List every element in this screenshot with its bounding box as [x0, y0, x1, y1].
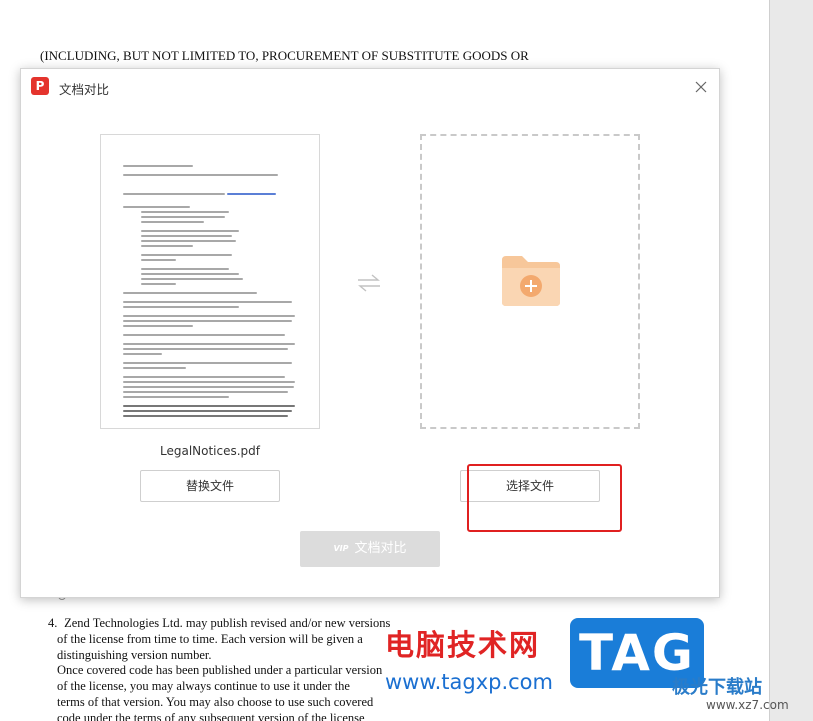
- select-file-drop-zone[interactable]: [420, 134, 640, 429]
- document-compare-dialog: P 文档对比 LegalNotices.pdf 替换文件 选择文件 VIP 文档…: [20, 68, 720, 598]
- highlight-annotation-box: [467, 464, 622, 532]
- document-text-line: of the license, you may always continue …: [57, 679, 350, 694]
- document-text-line: terms of that version. You may also choo…: [57, 694, 374, 709]
- watermark-site-url: www.xz7.com: [706, 698, 789, 712]
- dialog-titlebar[interactable]: P 文档对比: [21, 69, 719, 107]
- add-folder-icon: [502, 256, 560, 306]
- swap-arrows-icon[interactable]: [356, 273, 382, 293]
- dialog-title: 文档对比: [59, 82, 110, 97]
- document-body: 4. Zend Technologies Ltd. may publish re…: [48, 616, 428, 721]
- close-icon: [695, 81, 707, 93]
- document-thumbnail: [123, 165, 299, 420]
- document-text-line: Zend Technologies Ltd. may publish revis…: [64, 616, 391, 630]
- watermark-site-name: 极光下载站: [672, 677, 762, 698]
- close-button[interactable]: [691, 77, 711, 97]
- document-text-line: code under the terms of any subsequent v…: [57, 710, 365, 721]
- left-file-preview[interactable]: [100, 134, 320, 429]
- list-number: 4.: [48, 616, 58, 630]
- document-text-line: (INCLUDING, BUT NOT LIMITED TO, PROCUREM…: [40, 48, 529, 63]
- watermark-text: 电脑技术网: [385, 628, 541, 662]
- compare-documents-button[interactable]: VIP 文档对比: [300, 531, 440, 567]
- compare-label: 文档对比: [354, 541, 407, 556]
- document-text-line: distinguishing version number.: [57, 647, 212, 662]
- vip-badge: VIP: [333, 544, 349, 553]
- app-logo-icon: P: [31, 77, 49, 95]
- left-file-name: LegalNotices.pdf: [159, 444, 261, 458]
- replace-file-button[interactable]: 替换文件: [140, 470, 280, 502]
- document-text-line: of the license from time to time. Each v…: [57, 631, 363, 646]
- document-text-line: Once covered code has been published und…: [57, 663, 383, 678]
- watermark-url: www.tagxp.com: [385, 670, 553, 694]
